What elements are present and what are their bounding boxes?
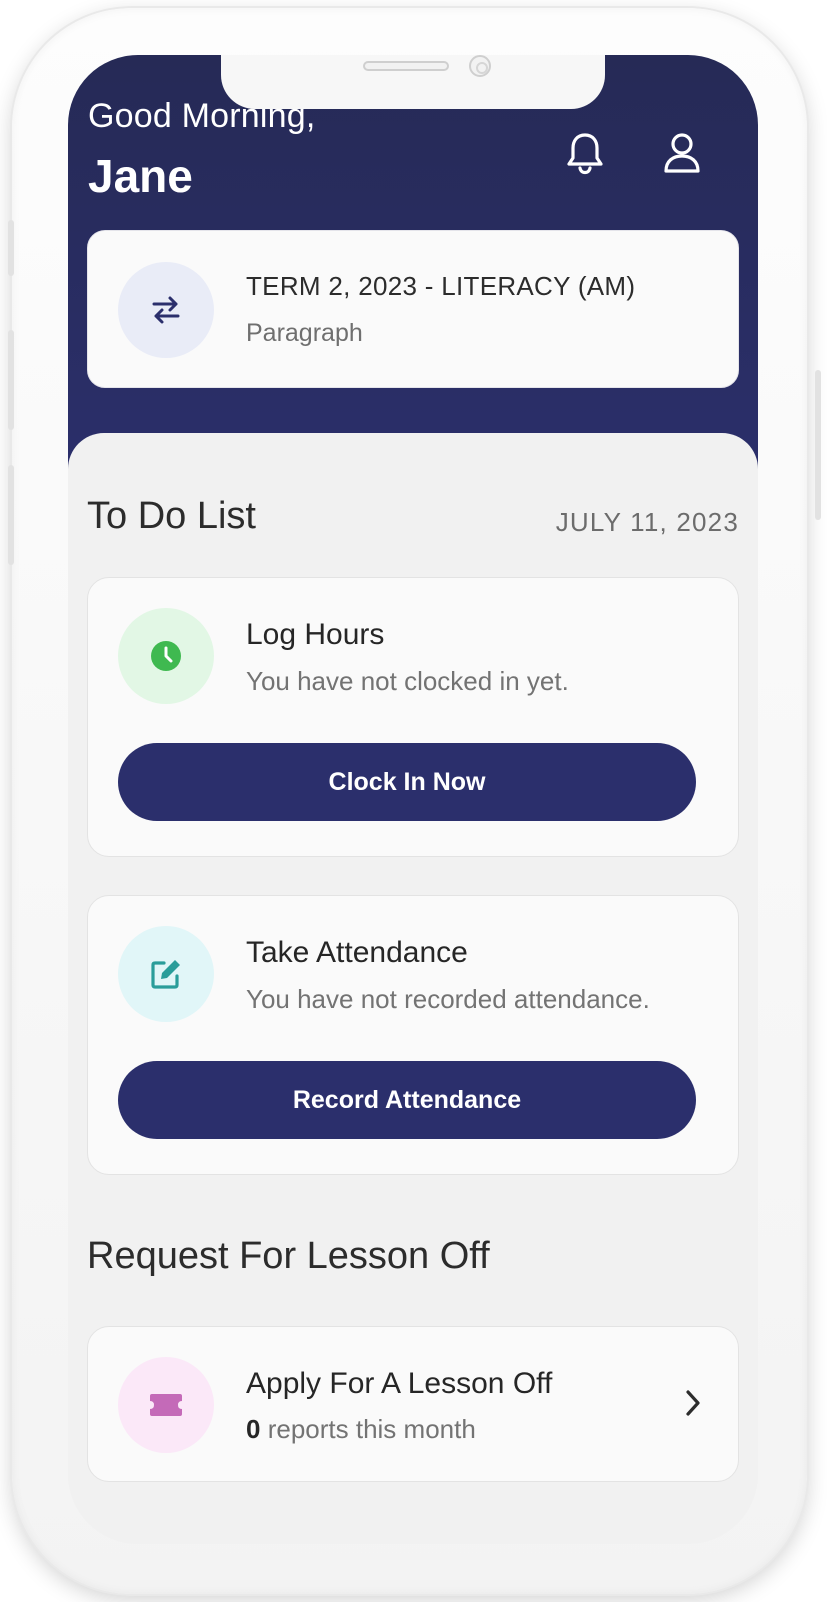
swap-icon [152, 296, 180, 324]
log-hours-card: Log Hours You have not clocked in yet. C… [87, 577, 739, 857]
app-screen: Good Morning, Jane TERM 2, 2023 - LITERA… [68, 55, 758, 1544]
bell-icon [567, 133, 603, 175]
reports-count: 0 [246, 1414, 261, 1444]
apply-lesson-off-title: Apply For A Lesson Off [246, 1367, 553, 1400]
ticket-icon-container [118, 1357, 214, 1453]
clock-icon [151, 641, 181, 671]
swap-icon-container [118, 262, 214, 358]
edit-icon-container [118, 926, 214, 1022]
apply-lesson-off-card[interactable]: Apply For A Lesson Off 0 reports this mo… [87, 1326, 739, 1482]
edit-icon [151, 960, 180, 989]
reports-count-suffix: reports this month [267, 1414, 476, 1444]
phone-volume-down-button [8, 465, 14, 565]
term-selector-card[interactable]: TERM 2, 2023 - LITERACY (AM) Paragraph [87, 230, 739, 388]
term-title: TERM 2, 2023 - LITERACY (AM) [246, 271, 636, 301]
lesson-off-section-title: Request For Lesson Off [87, 1235, 490, 1277]
user-icon [664, 133, 700, 173]
todo-date: JULY 11, 2023 [555, 507, 739, 537]
todo-section-title: To Do List [87, 495, 256, 537]
main-content: To Do List JULY 11, 2023 Log Hours You h… [68, 433, 758, 1544]
profile-button[interactable] [658, 129, 706, 177]
phone-speaker [363, 61, 449, 71]
log-hours-title: Log Hours [246, 618, 385, 651]
attendance-title: Take Attendance [246, 936, 468, 969]
record-attendance-button[interactable]: Record Attendance [118, 1061, 696, 1139]
reports-count-text: 0 reports this month [246, 1414, 476, 1445]
phone-power-button [815, 370, 821, 520]
chevron-right-icon [678, 1385, 708, 1421]
ticket-icon [150, 1394, 182, 1416]
phone-notch [221, 55, 605, 109]
clock-icon-container [118, 608, 214, 704]
attendance-card: Take Attendance You have not recorded at… [87, 895, 739, 1175]
attendance-subtitle: You have not recorded attendance. [246, 984, 650, 1014]
phone-camera [469, 55, 491, 77]
notifications-button[interactable] [561, 129, 609, 177]
log-hours-subtitle: You have not clocked in yet. [246, 666, 569, 696]
phone-side-button [8, 220, 14, 276]
user-name: Jane [88, 150, 193, 202]
clock-in-button[interactable]: Clock In Now [118, 743, 696, 821]
term-subtitle: Paragraph [246, 319, 363, 347]
phone-volume-up-button [8, 330, 14, 430]
